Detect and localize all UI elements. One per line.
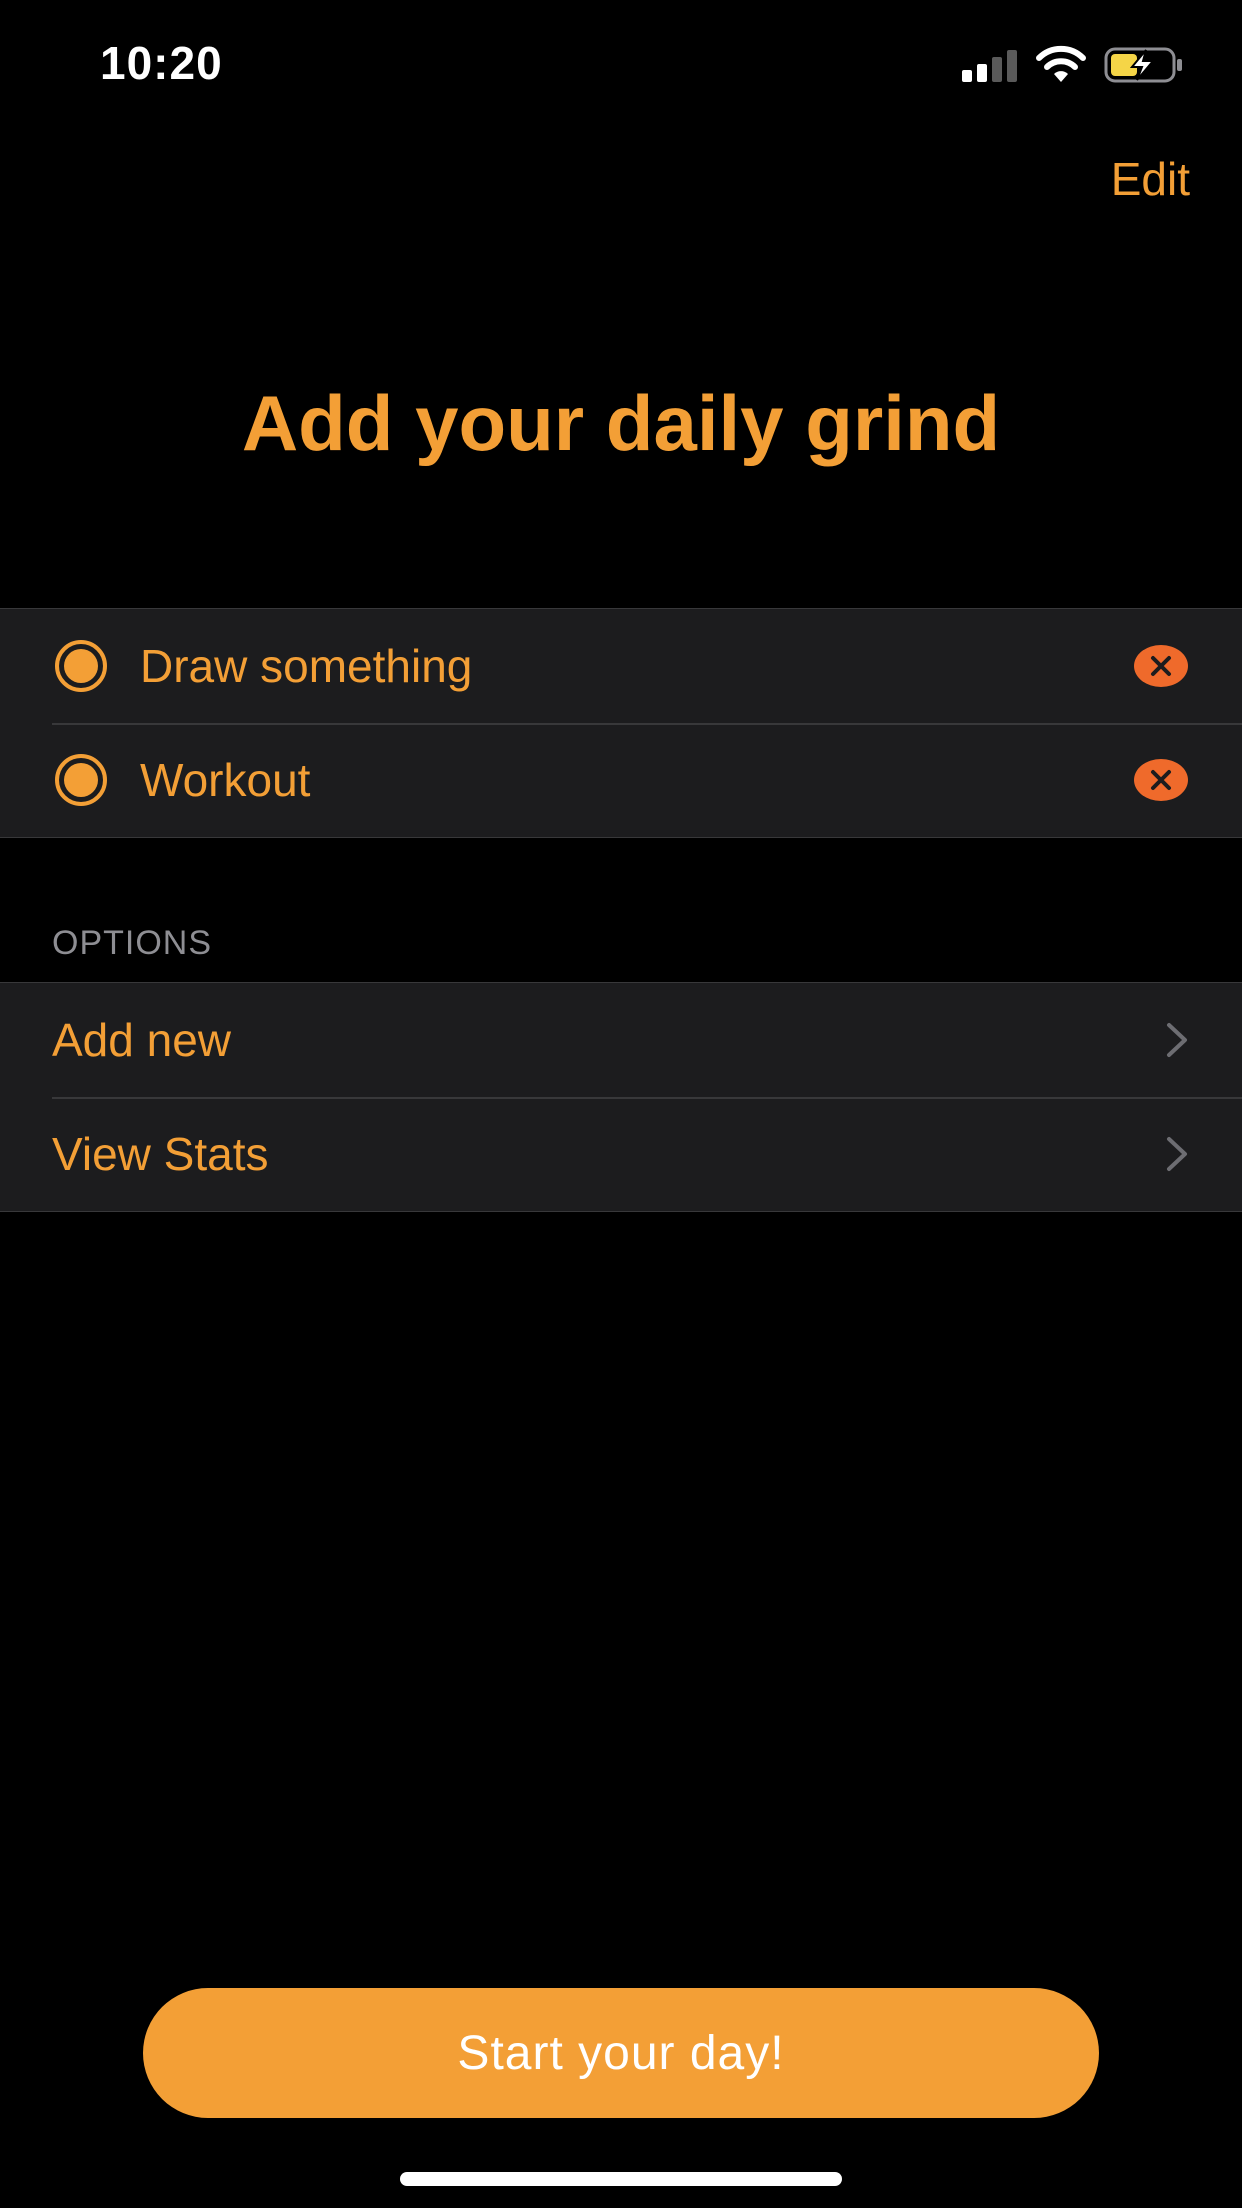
status-time: 10:20 xyxy=(100,37,223,89)
option-view-stats[interactable]: View Stats xyxy=(0,1097,1242,1211)
options-section-header: OPTIONS xyxy=(52,924,213,962)
task-row[interactable]: Workout xyxy=(0,723,1242,837)
delete-icon[interactable] xyxy=(1134,759,1188,801)
battery-charging-icon xyxy=(1104,47,1182,83)
task-label: Workout xyxy=(140,754,311,806)
delete-icon[interactable] xyxy=(1134,645,1188,687)
edit-button[interactable]: Edit xyxy=(1111,152,1190,206)
option-label: Add new xyxy=(52,1014,232,1066)
task-list: Draw something Workout xyxy=(0,608,1242,838)
wifi-icon xyxy=(1036,45,1086,82)
page-title: Add your daily grind xyxy=(241,379,1001,467)
options-list: Add new View Stats xyxy=(0,982,1242,1212)
task-label: Draw something xyxy=(140,640,473,692)
chevron-right-icon xyxy=(1167,1137,1187,1171)
start-day-label: Start your day! xyxy=(457,2026,785,2080)
radio-circle-icon[interactable] xyxy=(54,753,108,807)
option-label: View Stats xyxy=(52,1128,269,1180)
radio-circle-icon[interactable] xyxy=(54,639,108,693)
task-row[interactable]: Draw something xyxy=(0,609,1242,723)
status-bar: 10:20 xyxy=(0,0,1242,130)
start-day-button[interactable]: Start your day! xyxy=(143,1988,1099,2118)
home-indicator[interactable] xyxy=(400,2172,842,2186)
chevron-right-icon xyxy=(1167,1023,1187,1057)
cellular-signal-icon xyxy=(962,50,1017,82)
option-add-new[interactable]: Add new xyxy=(0,983,1242,1097)
